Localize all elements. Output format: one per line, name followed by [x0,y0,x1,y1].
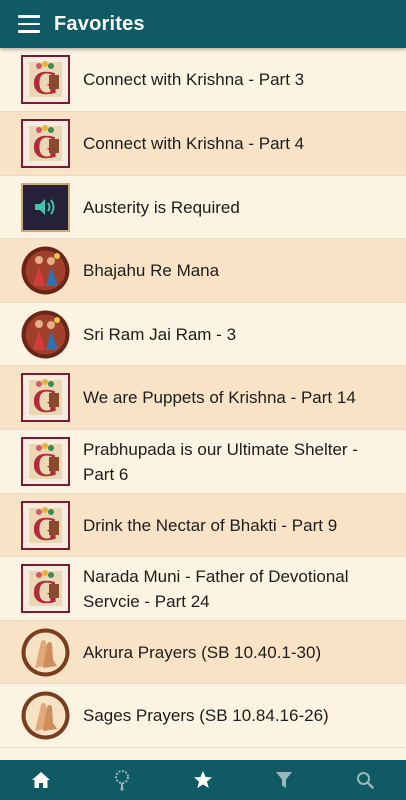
page-title: Favorites [54,12,145,35]
search-icon [357,772,375,789]
list-item[interactable]: G Connect with Krishna - Part 4 [0,112,406,176]
book-cover-thumbnail: G [21,500,70,550]
list-item[interactable]: Sages Prayers (SB 10.84.16-26) [0,684,406,748]
list-item-title: Connect with Krishna - Part 3 [83,70,305,89]
list-item-title: Drink the Nectar of Bhakti - Part 9 [83,515,338,535]
book-cover-thumbnail: G [21,55,70,104]
list-item-title: Narada Muni - Father of Devotional Servc… [83,566,349,611]
list-item-title: Sages Prayers (SB 10.84.16-26) [83,706,329,725]
favorites-list: G Connect with Krishna - Part 3 G Connect w… [0,48,406,760]
kirtan-image-thumbnail [21,310,70,359]
home-icon [31,772,50,788]
nav-mala[interactable] [92,760,152,800]
bottom-navigation [0,760,406,800]
list-item-title: We are Puppets of Krishna - Part 14 [83,388,356,407]
list-item-title: Austerity is Required [83,197,240,217]
kirtan-image-thumbnail [21,246,70,295]
list-item[interactable]: G We are Puppets of Krishna - Part 14 [0,366,406,430]
book-cover-thumbnail: G [21,437,70,486]
list-item-title: Sri Ram Jai Ram - 3 [83,324,237,344]
hamburger-menu-icon[interactable] [18,15,40,33]
nav-favorites[interactable] [173,760,233,800]
nav-home[interactable] [11,760,71,800]
praying-hands-thumbnail [21,628,70,677]
nav-filter[interactable] [254,760,314,800]
speaker-icon [21,182,70,232]
book-cover-thumbnail: G [21,119,70,168]
list-item[interactable]: Sri Ram Jai Ram - 3 [0,303,406,366]
list-item-title: Prabhupada is our Ultimate Shelter - Par… [83,439,358,484]
app-bar: Favorites [0,0,406,48]
list-item[interactable]: G Narada Muni - Father of Devotional Serv… [0,557,406,621]
list-item[interactable]: G Drink the Nectar of Bhakti - Part 9 [0,494,406,557]
nav-search[interactable] [335,760,395,800]
book-cover-thumbnail: G [21,564,70,613]
list-item-title: Akrura Prayers (SB 10.40.1-30) [83,642,322,662]
japa-mala-icon [114,770,129,791]
list-item[interactable]: Akrura Prayers (SB 10.40.1-30) [0,621,406,684]
list-item[interactable]: G Prabhupada is our Ultimate Shelter - Pa… [0,430,406,494]
list-item[interactable]: G Connect with Krishna - Part 3 [0,48,406,112]
list-item[interactable]: Austerity is Required [0,176,406,239]
filter-icon [276,772,293,788]
praying-hands-thumbnail [21,691,70,740]
list-item[interactable]: Bhajahu Re Mana [0,239,406,303]
list-item-title: Connect with Krishna - Part 4 [83,134,305,153]
book-cover-thumbnail: G [21,373,70,422]
list-item-title: Bhajahu Re Mana [83,261,220,280]
star-icon [193,771,212,788]
